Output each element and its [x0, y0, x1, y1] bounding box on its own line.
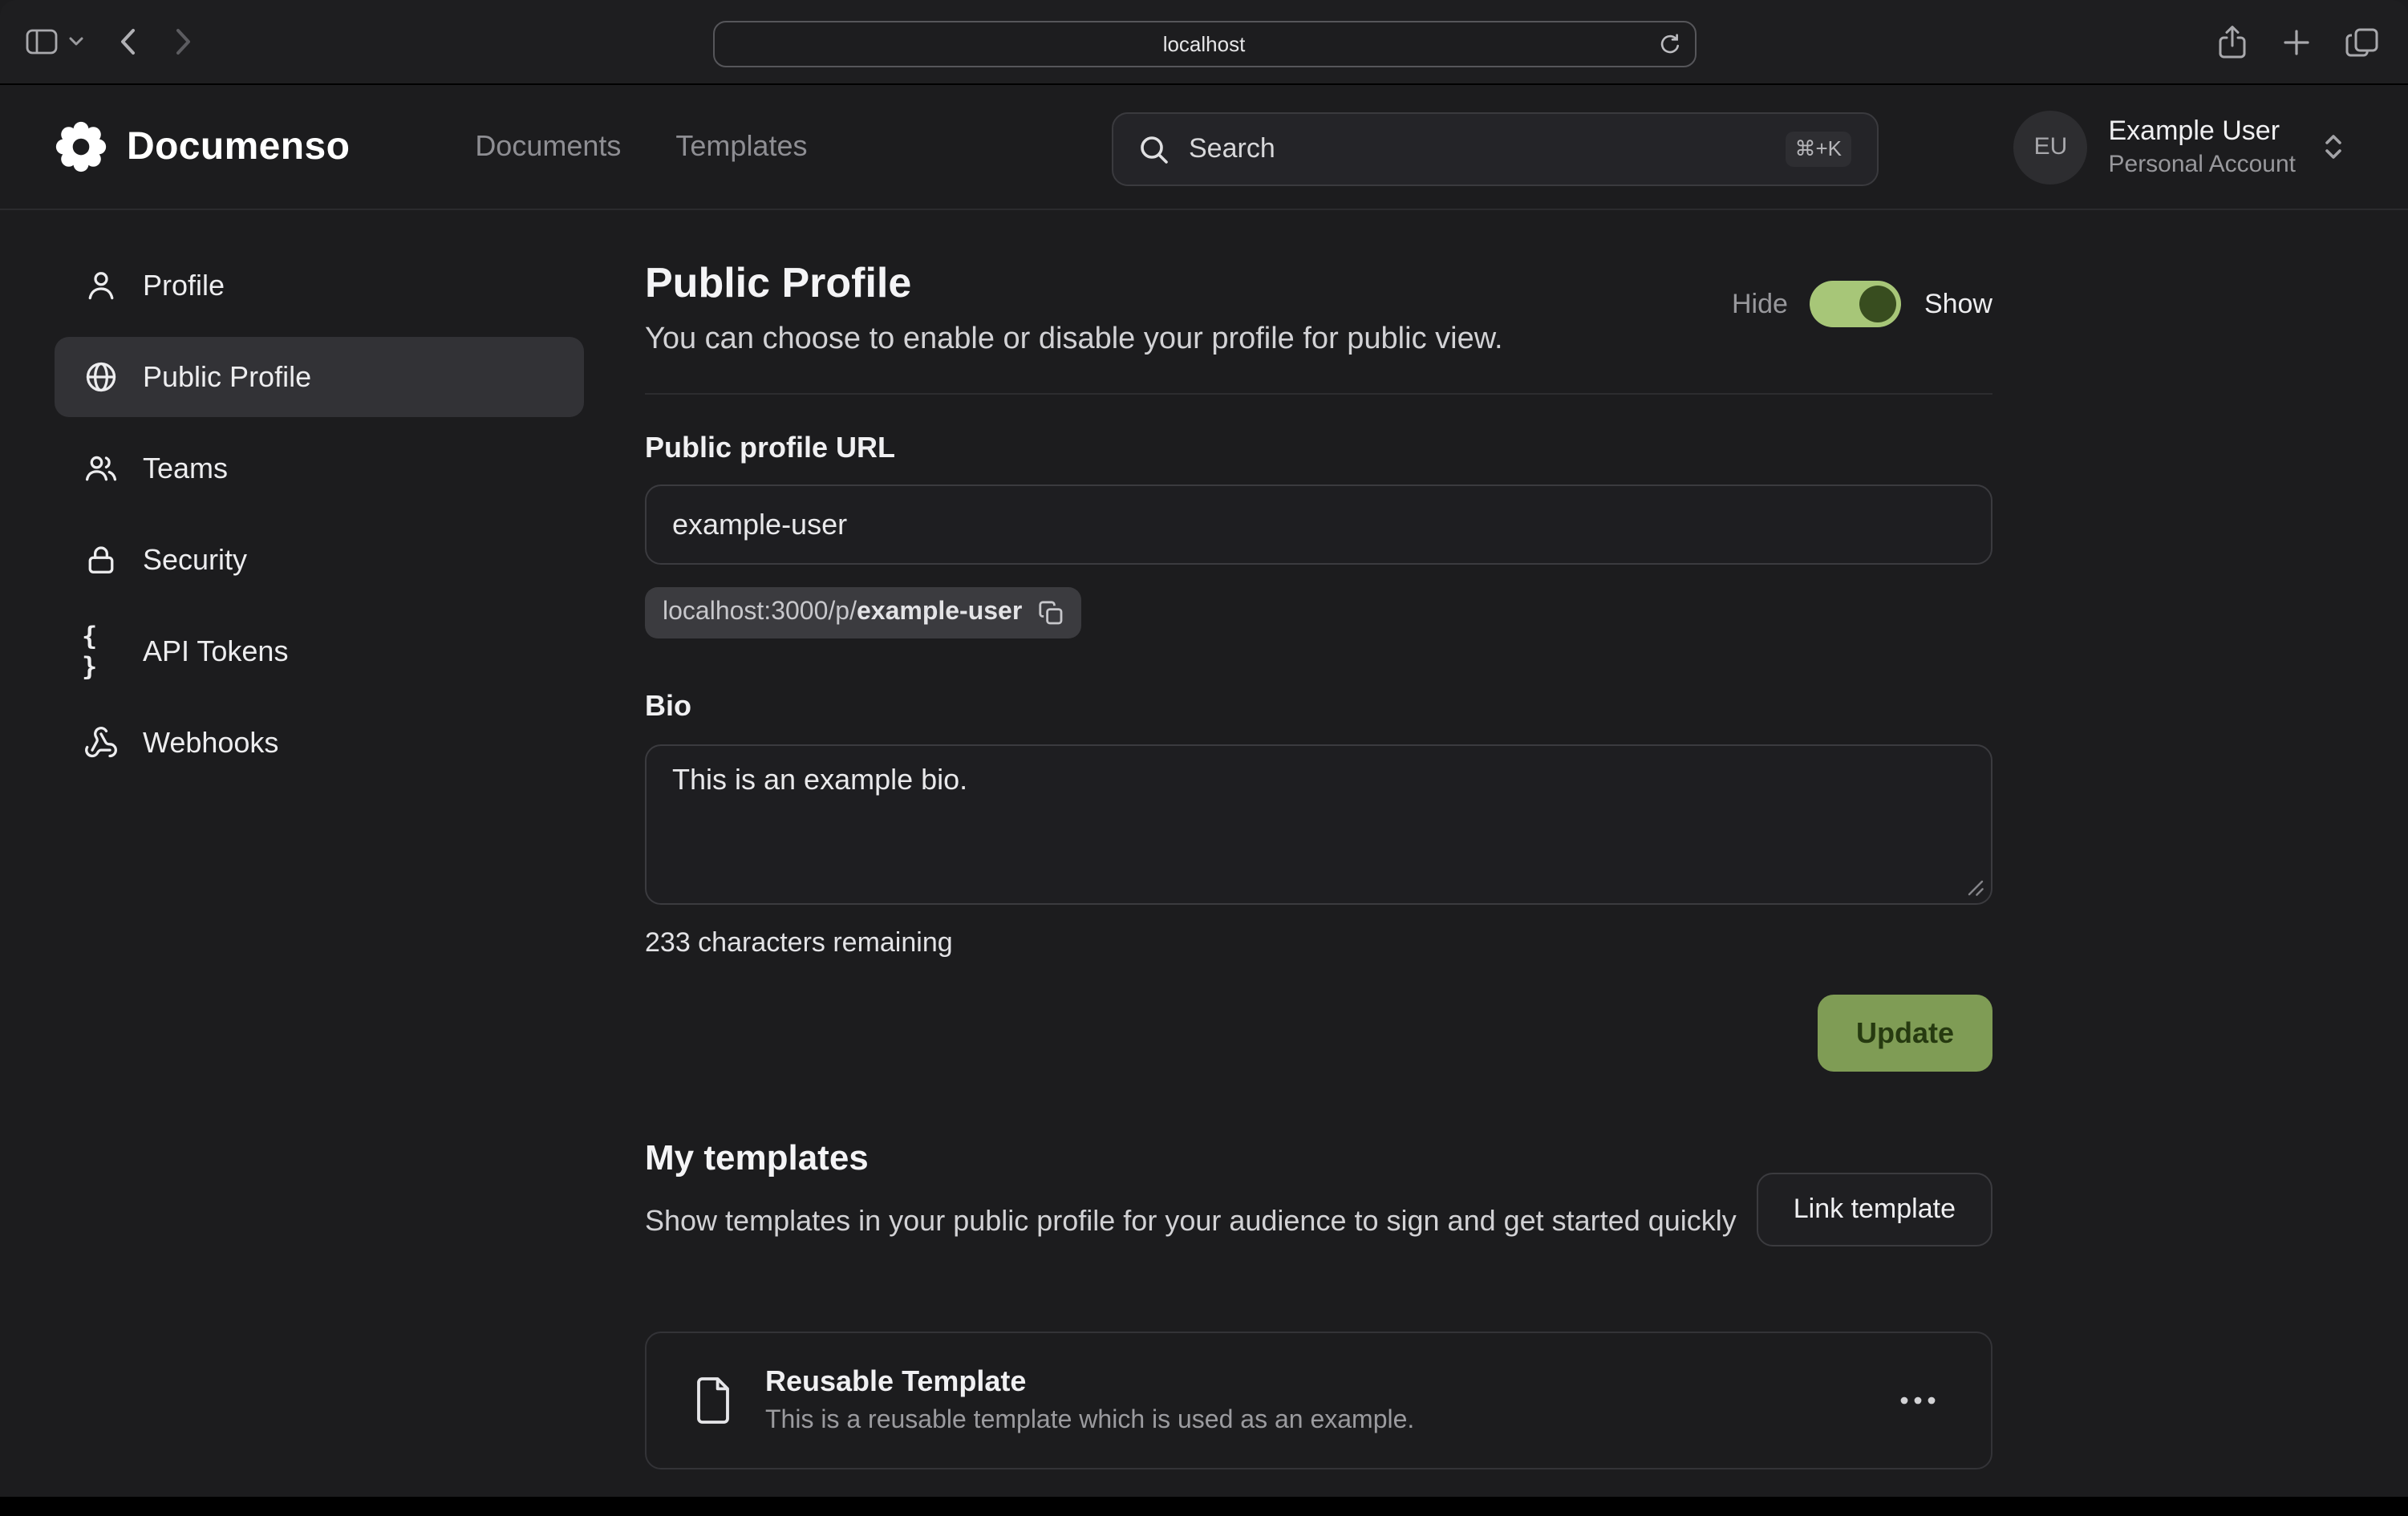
show-label: Show [1924, 288, 1992, 320]
public-profile-url-input[interactable] [645, 484, 1992, 565]
profile-link-text: localhost:3000/p/example-user [663, 598, 1022, 627]
profile-link-pill: localhost:3000/p/example-user [645, 587, 1081, 638]
new-tab-button[interactable] [2283, 28, 2310, 55]
file-icon [691, 1375, 735, 1426]
profile-link-slug: example-user [857, 598, 1022, 626]
my-templates-description: Show templates in your public profile fo… [645, 1200, 1768, 1243]
forward-button[interactable] [175, 27, 193, 56]
sidebar-item-label: Security [143, 543, 247, 577]
chevron-down-icon [69, 37, 83, 47]
sidebar-item-label: Profile [143, 269, 225, 302]
sidebar-item-label: API Tokens [143, 634, 288, 668]
sidebar-item-public-profile[interactable]: Public Profile [55, 337, 584, 417]
hide-label: Hide [1732, 288, 1788, 320]
resize-grip-icon[interactable] [1967, 879, 1984, 897]
chevron-updown-icon [2323, 132, 2344, 162]
sidebar-item-webhooks[interactable]: Webhooks [55, 703, 584, 783]
user-name: Example User [2109, 116, 2297, 148]
sidebar-item-label: Public Profile [143, 360, 311, 394]
page-title: Public Profile [645, 258, 911, 308]
user-meta: Example User Personal Account [2109, 116, 2297, 178]
template-info: Reusable Template This is a reusable tem… [765, 1365, 1414, 1436]
link-template-button[interactable]: Link template [1757, 1173, 1992, 1246]
profile-visibility-toggle[interactable] [1810, 281, 1902, 327]
sidebar-item-label: Webhooks [143, 726, 278, 760]
plus-icon [2283, 28, 2310, 55]
page-subtitle: You can choose to enable or disable your… [645, 322, 1503, 358]
sidebar-item-profile[interactable]: Profile [55, 245, 584, 326]
braces-icon: { } [82, 621, 119, 682]
sidebar-item-teams[interactable]: Teams [55, 428, 584, 509]
users-icon [82, 451, 119, 486]
webhook-icon [82, 725, 119, 760]
bio-field-wrap: This is an example bio. [645, 744, 1992, 905]
my-templates-title: My templates [645, 1137, 869, 1179]
sidebar-menu-button[interactable] [69, 37, 83, 47]
copy-link-button[interactable] [1038, 600, 1064, 626]
sidebar-toggle-button[interactable] [26, 29, 58, 55]
back-button[interactable] [119, 27, 136, 56]
sidebar-item-label: Teams [143, 452, 228, 485]
template-list-item: Reusable Template This is a reusable tem… [645, 1332, 1992, 1469]
share-icon [2217, 23, 2248, 60]
bio-textarea[interactable]: This is an example bio. [645, 744, 1992, 905]
user-icon [82, 268, 119, 303]
window-bottom-strip [0, 1497, 2408, 1516]
user-account-type: Personal Account [2109, 151, 2297, 178]
user-menu[interactable]: EU Example User Personal Account [2014, 110, 2345, 184]
avatar: EU [2014, 110, 2088, 184]
brand-name: Documenso [127, 124, 350, 169]
settings-content: Public Profile You can choose to enable … [645, 0, 1992, 1516]
profile-link-prefix: localhost:3000/p/ [663, 598, 857, 626]
ellipsis-icon [1899, 1396, 1936, 1405]
chevron-right-icon [175, 27, 193, 56]
characters-remaining: 233 characters remaining [645, 927, 953, 959]
brand-logo[interactable]: Documenso [55, 120, 350, 173]
chevron-left-icon [119, 27, 136, 56]
template-description: This is a reusable template which is use… [765, 1407, 1414, 1436]
sidebar-item-api-tokens[interactable]: { } API Tokens [55, 611, 584, 691]
copy-icon [1038, 600, 1064, 626]
browser-nav-controls [0, 27, 193, 56]
update-button[interactable]: Update [1818, 995, 1992, 1072]
settings-sidebar: Profile Public Profile Teams Security { … [55, 245, 584, 783]
sidebar-item-security[interactable]: Security [55, 520, 584, 600]
template-menu-button[interactable] [1890, 1386, 1946, 1415]
lock-icon [82, 542, 119, 578]
app-window: localhost [0, 0, 2408, 1516]
section-divider [645, 393, 1992, 395]
template-name: Reusable Template [765, 1365, 1414, 1399]
share-button[interactable] [2217, 23, 2248, 60]
visibility-toggle-row: Hide Show [1732, 281, 1992, 327]
tabs-icon [2345, 26, 2379, 57]
sidebar-icon [26, 29, 58, 55]
browser-window-controls [2217, 23, 2408, 60]
toggle-knob [1860, 286, 1897, 322]
nav-documents[interactable]: Documents [475, 130, 621, 164]
tab-overview-button[interactable] [2345, 26, 2379, 57]
public-profile-url-label: Public profile URL [645, 432, 895, 465]
bio-label: Bio [645, 690, 691, 724]
globe-icon [82, 359, 119, 395]
documenso-logo-icon [55, 120, 107, 173]
